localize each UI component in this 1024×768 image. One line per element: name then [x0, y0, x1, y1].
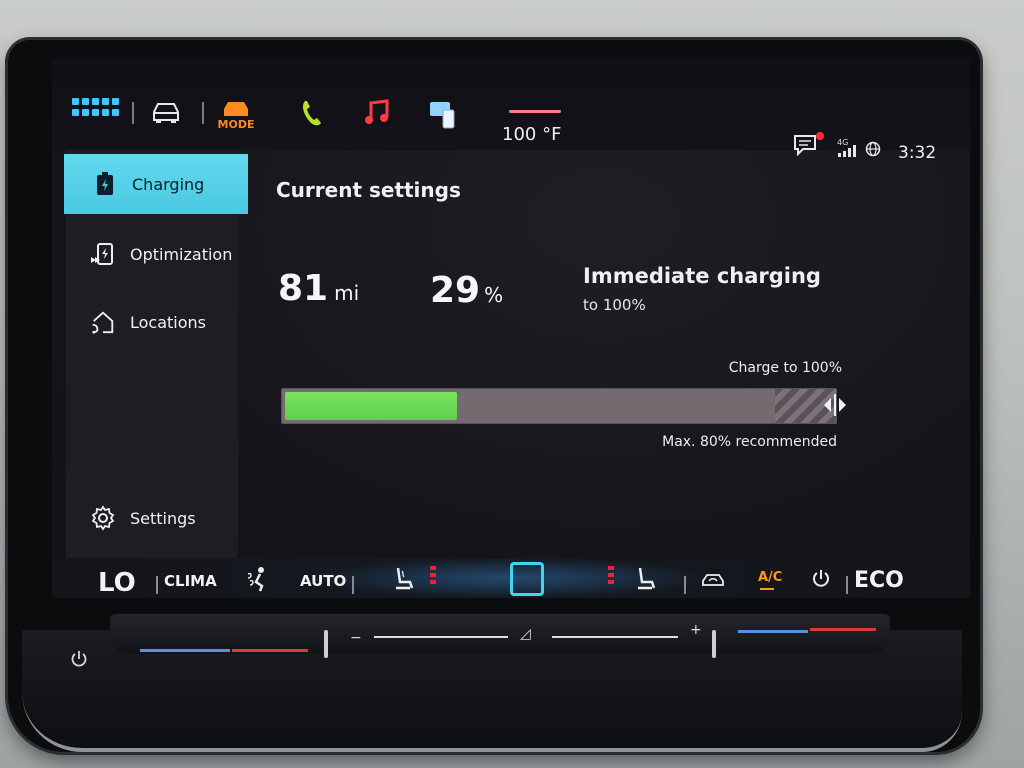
- sidebar-item-label: Optimization: [130, 244, 233, 264]
- charge-target-label: Charge to 100%: [728, 360, 842, 376]
- slider-right-cool-indicator: [738, 630, 808, 633]
- climate-bar: LO CLIMA AUTO A/C ECO: [52, 558, 970, 598]
- fan-airflow-icon[interactable]: [244, 564, 274, 594]
- page-title: Current settings: [276, 178, 461, 202]
- charge-optimization-icon: [90, 241, 116, 267]
- clock: 3:32: [898, 143, 937, 163]
- signal-strength-icon: [835, 138, 861, 158]
- charging-mode-subtitle: to 100%: [583, 296, 646, 314]
- separator: [352, 576, 354, 594]
- sidebar-item-locations[interactable]: Locations: [66, 292, 238, 352]
- app-grid-icon[interactable]: [70, 98, 120, 122]
- phone-projection-icon[interactable]: [426, 96, 460, 132]
- clima-button[interactable]: CLIMA: [164, 572, 217, 590]
- battery-unit: %: [484, 283, 504, 307]
- car-icon[interactable]: [146, 98, 186, 126]
- current-charge-fill: [285, 392, 457, 420]
- gear-icon: [90, 505, 116, 531]
- slider-cool-indicator: [140, 649, 230, 652]
- separator: [684, 576, 686, 594]
- separator: [846, 576, 848, 594]
- power-button[interactable]: [70, 650, 90, 670]
- recommendation-text: Max. 80% recommended: [662, 434, 837, 450]
- ac-button[interactable]: A/C: [758, 570, 782, 585]
- slider-heat-indicator: [232, 649, 308, 652]
- message-icon[interactable]: [792, 132, 818, 158]
- range-value: 81: [278, 268, 329, 309]
- sidebar-item-label: Locations: [130, 312, 207, 332]
- power-icon: [71, 651, 87, 667]
- temperature-indicator: [509, 110, 561, 113]
- car-mode-icon: [224, 101, 248, 116]
- slider-right-heat-indicator: [810, 628, 876, 631]
- sidebar-item-optimization[interactable]: Optimization: [66, 224, 238, 284]
- drive-mode-button[interactable]: MODE: [216, 96, 256, 132]
- sidebar-item-label: Charging: [132, 174, 205, 194]
- notification-dot: [816, 132, 824, 140]
- sidebar-item-label: Settings: [130, 508, 196, 528]
- globe-icon: [864, 140, 882, 158]
- music-icon[interactable]: [360, 96, 392, 130]
- slider-right-knob[interactable]: [712, 630, 716, 658]
- eco-button[interactable]: ECO: [854, 568, 904, 593]
- battery-value: 29: [430, 270, 481, 311]
- center-home-button[interactable]: [510, 562, 544, 596]
- ac-active-indicator: [760, 588, 774, 590]
- separator: [132, 102, 134, 124]
- battery-icon: [92, 171, 118, 197]
- separator: [156, 576, 158, 594]
- air-recirculation-icon[interactable]: [698, 566, 728, 592]
- charging-mode-title[interactable]: Immediate charging: [583, 264, 821, 288]
- sidebar: Charging Optimization Locations Settings: [64, 150, 248, 558]
- drag-handle-icon: [824, 394, 846, 416]
- driver-temperature[interactable]: LO: [98, 568, 136, 598]
- charge-limit-handle[interactable]: [822, 393, 848, 417]
- separator: [202, 102, 204, 124]
- top-status-bar: MODE 100 °F 4G 3:32: [52, 58, 970, 163]
- mode-label: MODE: [217, 117, 255, 131]
- seat-heat-right-icon[interactable]: [634, 564, 660, 594]
- slider-left-knob[interactable]: [324, 630, 328, 658]
- slider-minus-mark: −: [350, 630, 362, 646]
- battery-level-readout: 29%: [430, 270, 503, 311]
- slider-track-left: [374, 636, 508, 638]
- seat-heat-left-level: [430, 566, 436, 584]
- sidebar-item-settings[interactable]: Settings: [66, 488, 238, 548]
- climate-power-icon[interactable]: [808, 566, 834, 592]
- seat-heat-left-icon[interactable]: [390, 564, 416, 594]
- range-unit: mi: [334, 281, 360, 305]
- seat-heat-right-level: [608, 566, 614, 584]
- slider-volume-mark: ◿: [520, 626, 531, 642]
- slider-track-right: [552, 636, 678, 638]
- phone-icon[interactable]: [296, 96, 326, 130]
- infotainment-screen: MODE 100 °F 4G 3:32 Charging Optimizatio…: [52, 58, 970, 598]
- outside-temperature: 100 °F: [502, 124, 562, 145]
- auto-button[interactable]: AUTO: [300, 572, 346, 590]
- slider-plus-mark: +: [690, 622, 702, 638]
- temperature-slider-strip[interactable]: [110, 614, 890, 654]
- home-location-icon: [90, 309, 116, 335]
- sidebar-item-charging[interactable]: Charging: [64, 154, 248, 214]
- charge-level-bar[interactable]: [281, 388, 837, 424]
- range-readout: 81 mi: [278, 268, 359, 309]
